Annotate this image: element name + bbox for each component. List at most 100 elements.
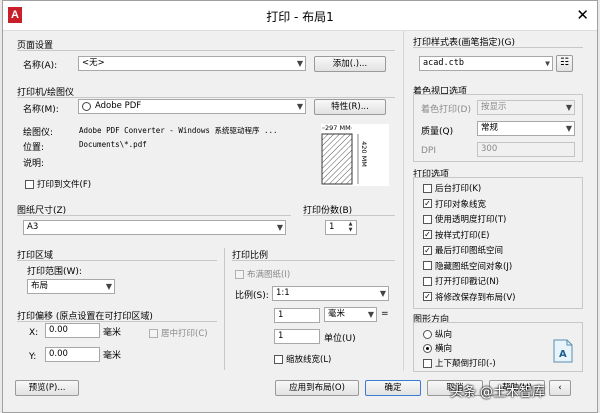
landscape-radio[interactable]: 横向: [423, 342, 452, 354]
upside-down-checkbox[interactable]: 上下颠倒打印(-): [423, 357, 496, 369]
checkbox-box: [235, 269, 244, 279]
plot-option-label: 使用透明度打印(T): [435, 215, 507, 225]
checkbox-box: [423, 183, 432, 193]
plot-option-checkbox[interactable]: 打开打印戳记(N): [423, 275, 499, 287]
plot-range-select[interactable]: 布局 ▼: [27, 279, 115, 294]
quality-select[interactable]: 常规 ▼: [477, 121, 575, 136]
divider: [232, 260, 395, 261]
offset-x-unit: 毫米: [103, 328, 122, 338]
copies-value: 1: [329, 222, 335, 232]
offset-x-input[interactable]: 0.00: [45, 323, 100, 338]
close-icon[interactable]: ✕: [576, 7, 589, 23]
divider: [413, 47, 583, 48]
plot-option-label: 按样式打印(E): [435, 230, 490, 241]
dpi-input[interactable]: 300: [477, 142, 575, 157]
ok-button[interactable]: 确定: [365, 380, 421, 396]
page-setup-name-value: <无>: [82, 58, 105, 68]
plotter-label: 绘图仪:: [23, 128, 54, 138]
checkbox-box: [423, 214, 432, 224]
scale-unit2-label: 单位(U): [324, 334, 356, 344]
plot-option-checkbox[interactable]: ✓ 按样式打印(E): [423, 229, 490, 241]
edit-plot-style-button[interactable]: ☷: [556, 55, 573, 72]
print-to-file-checkbox[interactable]: 打印到文件(F): [25, 178, 91, 190]
chevron-down-icon: ▼: [367, 310, 374, 319]
shade-plot-select[interactable]: 按显示 ▼: [477, 100, 575, 115]
title-bar: A 打印 - 布局1 ✕: [3, 1, 597, 31]
divider: [224, 248, 225, 370]
printer-name-select[interactable]: Adobe PDF ▼: [78, 99, 306, 114]
offset-y-input[interactable]: 0.00: [45, 347, 100, 362]
plot-style-select[interactable]: acad.ctb ▼: [419, 56, 553, 71]
equals-sign: =: [381, 309, 389, 319]
fit-to-paper-checkbox[interactable]: 布满图纸(I): [235, 268, 290, 280]
scale-lineweights-label: 缩放线宽(L): [286, 355, 332, 365]
scale-select[interactable]: 1:1 ▼: [272, 286, 389, 301]
scale-label: 比例(S):: [235, 291, 269, 301]
watermark: 头条 @土木智库: [449, 385, 545, 400]
center-plot-label: 居中打印(C): [161, 329, 208, 339]
scale-value: 1:1: [276, 288, 290, 298]
paper-preview-diagram: [321, 127, 359, 185]
spinner-icon[interactable]: ▲ ▼: [346, 221, 355, 234]
radio-circle: [423, 329, 432, 339]
plot-option-checkbox[interactable]: ✓ 将修改保存到布局(V): [423, 291, 515, 303]
page-setup-name-select[interactable]: <无> ▼: [78, 56, 306, 71]
paper-width-label: 297 MM: [325, 124, 351, 132]
scale-value1-input[interactable]: 1: [274, 308, 320, 323]
printer-name-value: Adobe PDF: [95, 101, 142, 111]
chevron-down-icon: ▼: [379, 289, 386, 298]
portrait-radio[interactable]: 纵向: [423, 328, 452, 340]
divider: [303, 215, 395, 216]
svg-text:A: A: [559, 349, 567, 360]
plot-option-label: 最后打印图纸空间: [435, 246, 504, 256]
plot-option-label: 隐藏图纸空间对象(J): [435, 261, 513, 272]
collapse-button[interactable]: ‹: [549, 380, 571, 396]
chevron-down-icon: ▼: [545, 59, 550, 68]
add-page-setup-button[interactable]: 添加(.)...: [314, 56, 386, 72]
plot-range-label: 打印范围(W):: [27, 267, 82, 277]
location-label: 位置:: [23, 143, 45, 153]
divider: [17, 260, 217, 261]
page-setup-name-label: 名称(A):: [23, 61, 58, 71]
landscape-label: 横向: [435, 344, 453, 354]
printer-icon: [82, 102, 91, 111]
plot-range-value: 布局: [31, 281, 49, 291]
preview-button[interactable]: 预览(P)...: [15, 380, 79, 396]
paper-size-select[interactable]: A3 ▼: [23, 220, 286, 235]
window-title: 打印 - 布局1: [266, 10, 334, 24]
shade-plot-label: 着色打印(D): [421, 105, 471, 115]
checkbox-box: [423, 358, 432, 368]
radio-circle: [423, 343, 432, 353]
plot-option-label: 打开打印戳记(N): [435, 277, 499, 287]
plotter-value: Adobe PDF Converter - Windows 系统驱动程序 ...: [79, 126, 278, 135]
print-to-file-label: 打印到文件(F): [37, 180, 92, 190]
edit-table-icon: ☷: [560, 57, 569, 68]
apply-to-layout-button[interactable]: 应用到布局(O): [275, 380, 359, 396]
dpi-label: DPI: [421, 146, 437, 156]
center-plot-checkbox[interactable]: 居中打印(C): [149, 327, 208, 339]
offset-y-label: Y:: [29, 352, 37, 362]
copies-input[interactable]: 1 ▲ ▼: [325, 220, 357, 235]
checkbox-box: [149, 328, 158, 338]
plot-option-checkbox[interactable]: ✓ 打印对象线宽: [423, 198, 486, 210]
plot-option-label: 将修改保存到布局(V): [435, 292, 516, 303]
paper-preview: 297 MM 420 MM: [321, 124, 389, 186]
checkbox-box: [423, 261, 432, 270]
scale-unit-value: 毫米: [328, 309, 346, 319]
printer-properties-button[interactable]: 特性(R)...: [314, 99, 386, 115]
scale-lineweights-checkbox[interactable]: 缩放线宽(L): [274, 353, 331, 365]
scale-unit-select[interactable]: 毫米 ▼: [324, 307, 377, 322]
upside-down-label: 上下颠倒打印(-): [435, 359, 496, 369]
plot-option-checkbox[interactable]: ✓ 最后打印图纸空间: [423, 244, 503, 256]
chevron-down-icon: ▼: [565, 103, 572, 112]
portrait-label: 纵向: [435, 330, 453, 340]
location-value: Documents\*.pdf: [79, 140, 147, 149]
scale-value2-input[interactable]: 1: [274, 329, 320, 344]
plot-option-checkbox[interactable]: 后台打印(K): [423, 182, 481, 194]
plot-style-value: acad.ctb: [423, 58, 464, 68]
chevron-down-icon: ▼: [296, 102, 303, 111]
paper-size-value: A3: [27, 222, 39, 232]
checkbox-box: [274, 354, 283, 364]
plot-option-checkbox[interactable]: 使用透明度打印(T): [423, 213, 506, 225]
plot-option-checkbox[interactable]: 隐藏图纸空间对象(J): [423, 260, 512, 272]
